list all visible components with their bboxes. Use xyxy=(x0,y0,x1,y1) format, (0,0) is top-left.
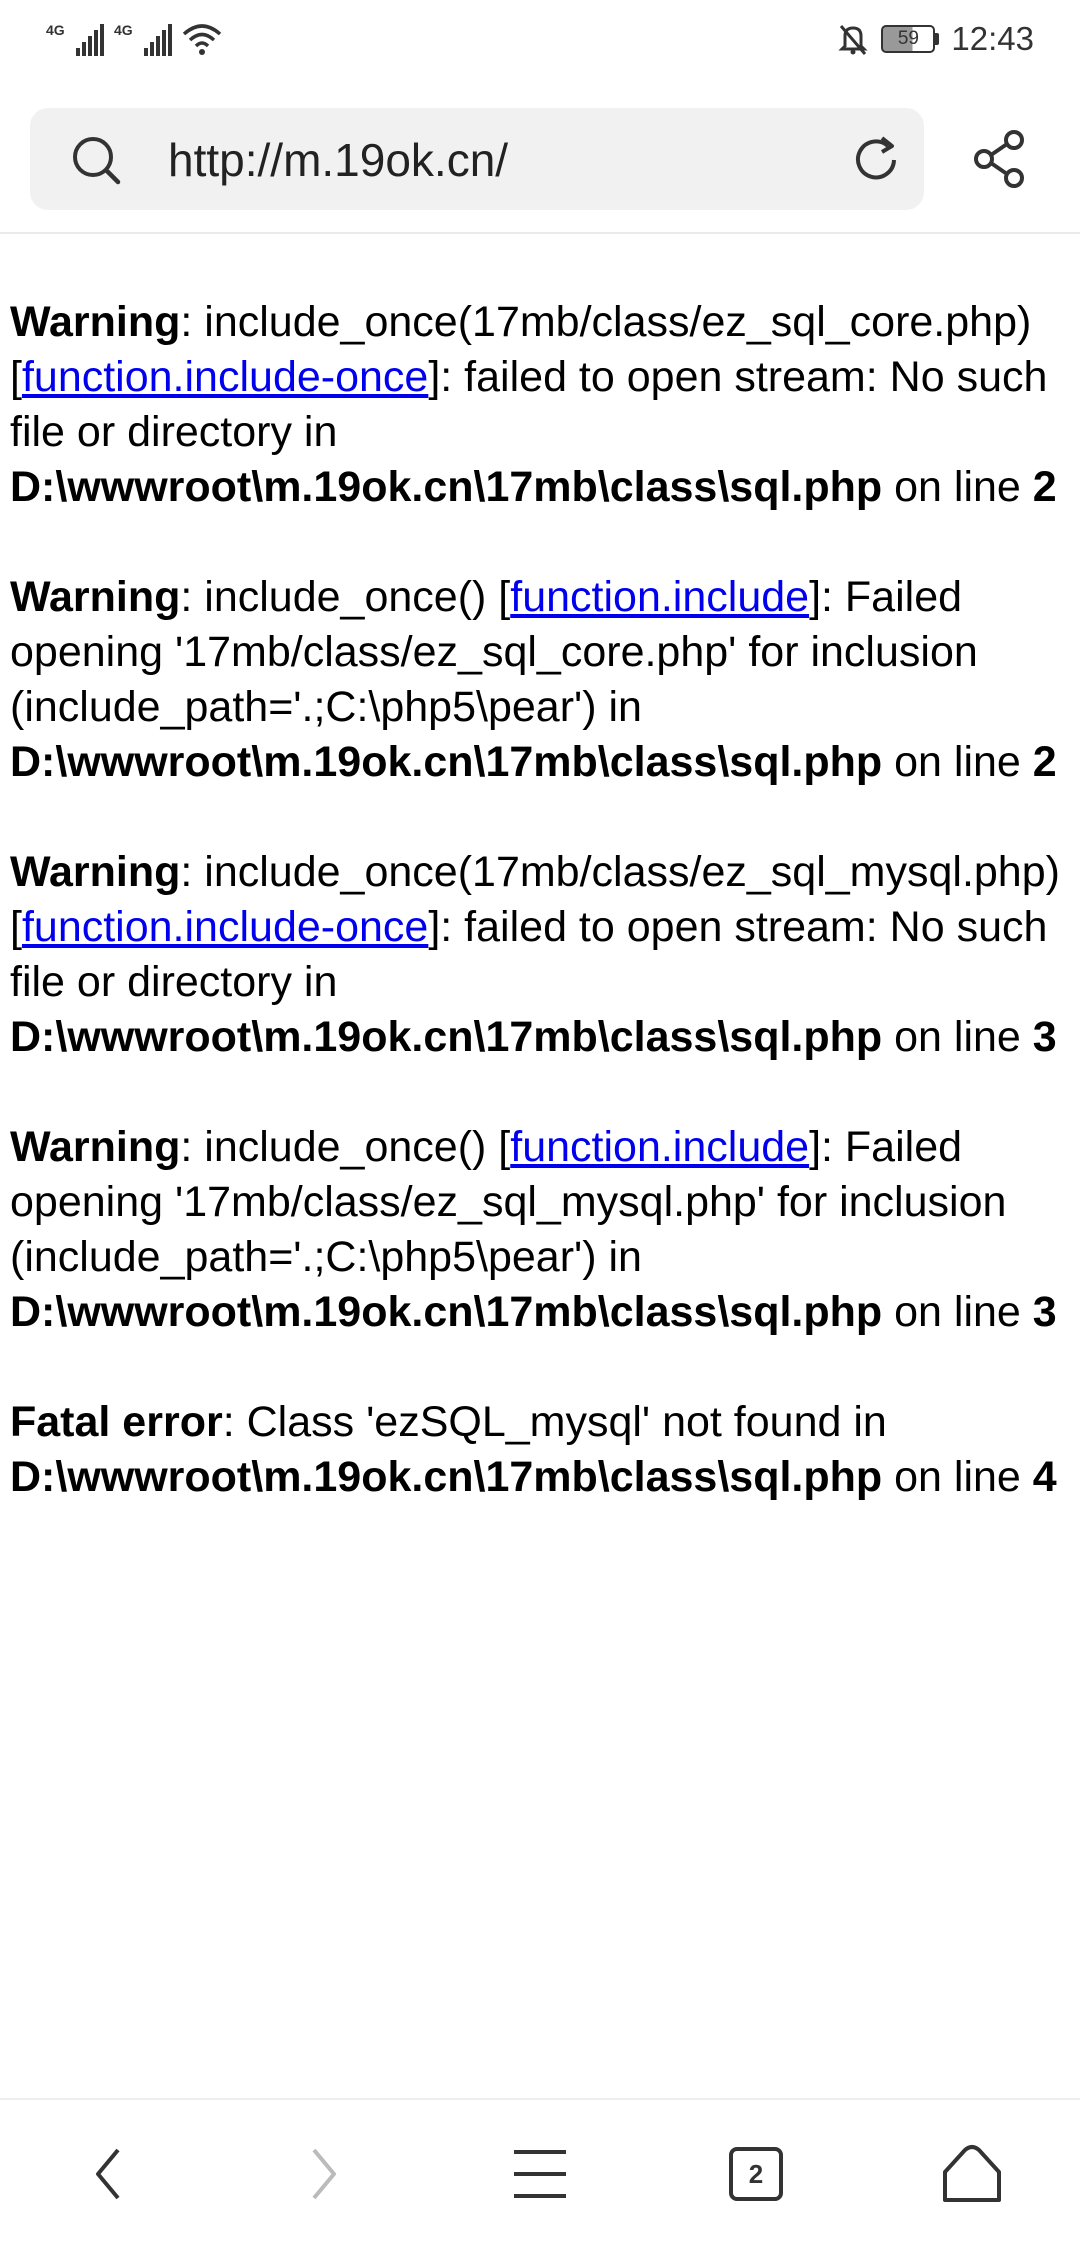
file-path: D:\wwwroot\m.19ok.cn\17mb\class\sql.php xyxy=(10,1453,883,1501)
network-type-label: 4G xyxy=(114,22,133,38)
status-right: 59 12:43 xyxy=(837,20,1034,58)
line-number: 3 xyxy=(1032,1288,1057,1336)
line-number: 2 xyxy=(1032,463,1057,511)
battery-icon: 59 xyxy=(881,25,940,53)
message-text: on line xyxy=(882,738,1033,786)
clock: 12:43 xyxy=(951,20,1034,57)
message-text: : Class 'ezSQL_mysql' not found in xyxy=(222,1398,887,1446)
mute-bell-icon xyxy=(838,25,869,55)
warning-label: Warning xyxy=(10,573,181,621)
warning-label: Warning xyxy=(10,298,181,346)
warning-message: Warning: include_once(17mb/class/ez_sql_… xyxy=(10,845,1070,1065)
function-link[interactable]: function.include xyxy=(510,1123,809,1171)
menu-icon xyxy=(514,2150,566,2198)
warning-message: Warning: include_once() [function.includ… xyxy=(10,570,1070,790)
message-text: : include_once() [ xyxy=(180,1123,511,1171)
warning-label: Warning xyxy=(10,1123,181,1171)
page-content: Warning: include_once(17mb/class/ez_sql_… xyxy=(10,295,1070,1560)
forward-button[interactable] xyxy=(284,2134,364,2214)
tabs-button[interactable]: 2 xyxy=(716,2134,796,2214)
line-number: 2 xyxy=(1032,738,1057,786)
share-icon[interactable] xyxy=(970,128,1032,190)
file-path: D:\wwwroot\m.19ok.cn\17mb\class\sql.php xyxy=(10,463,883,511)
home-button[interactable] xyxy=(932,2134,1012,2214)
url-text[interactable]: http://m.19ok.cn/ xyxy=(168,132,508,188)
fatal-error-message: Fatal error: Class 'ezSQL_mysql' not fou… xyxy=(10,1395,1070,1505)
back-button[interactable] xyxy=(68,2134,148,2214)
status-left: 4G 4G xyxy=(46,22,222,56)
bottom-nav: 2 xyxy=(0,2098,1080,2244)
line-number: 4 xyxy=(1032,1453,1057,1501)
line-number: 3 xyxy=(1032,1013,1057,1061)
cellular-signal-icon: 4G xyxy=(46,22,104,56)
warning-message: Warning: include_once() [function.includ… xyxy=(10,1120,1070,1340)
message-text: on line xyxy=(882,1288,1033,1336)
status-bar: 4G 4G 59 12:43 xyxy=(0,0,1080,86)
back-icon xyxy=(96,2148,120,2200)
menu-button[interactable] xyxy=(500,2134,580,2214)
battery-level: 59 xyxy=(881,25,936,53)
warning-message: Warning: include_once(17mb/class/ez_sql_… xyxy=(10,295,1070,515)
reload-icon[interactable] xyxy=(848,132,904,188)
message-text: on line xyxy=(882,1453,1033,1501)
forward-icon xyxy=(312,2148,336,2200)
fatal-error-label: Fatal error xyxy=(10,1398,223,1446)
function-link[interactable]: function.include-once xyxy=(22,353,428,401)
file-path: D:\wwwroot\m.19ok.cn\17mb\class\sql.php xyxy=(10,738,883,786)
address-bar: http://m.19ok.cn/ xyxy=(0,108,1080,210)
wifi-icon xyxy=(182,24,222,55)
function-link[interactable]: function.include-once xyxy=(22,903,428,951)
message-text: on line xyxy=(882,463,1033,511)
url-field[interactable]: http://m.19ok.cn/ xyxy=(30,108,924,210)
function-link[interactable]: function.include xyxy=(510,573,809,621)
warning-label: Warning xyxy=(10,848,181,896)
network-type-label: 4G xyxy=(46,22,65,38)
home-icon xyxy=(943,2145,1001,2202)
address-divider xyxy=(0,232,1080,234)
search-icon[interactable] xyxy=(70,134,122,186)
message-text: on line xyxy=(882,1013,1033,1061)
file-path: D:\wwwroot\m.19ok.cn\17mb\class\sql.php xyxy=(10,1013,883,1061)
file-path: D:\wwwroot\m.19ok.cn\17mb\class\sql.php xyxy=(10,1288,883,1336)
message-text: : include_once() [ xyxy=(180,573,511,621)
tab-count: 2 xyxy=(749,2159,763,2189)
tabs-icon: 2 xyxy=(729,2147,783,2201)
cellular-signal-icon: 4G xyxy=(114,22,172,56)
